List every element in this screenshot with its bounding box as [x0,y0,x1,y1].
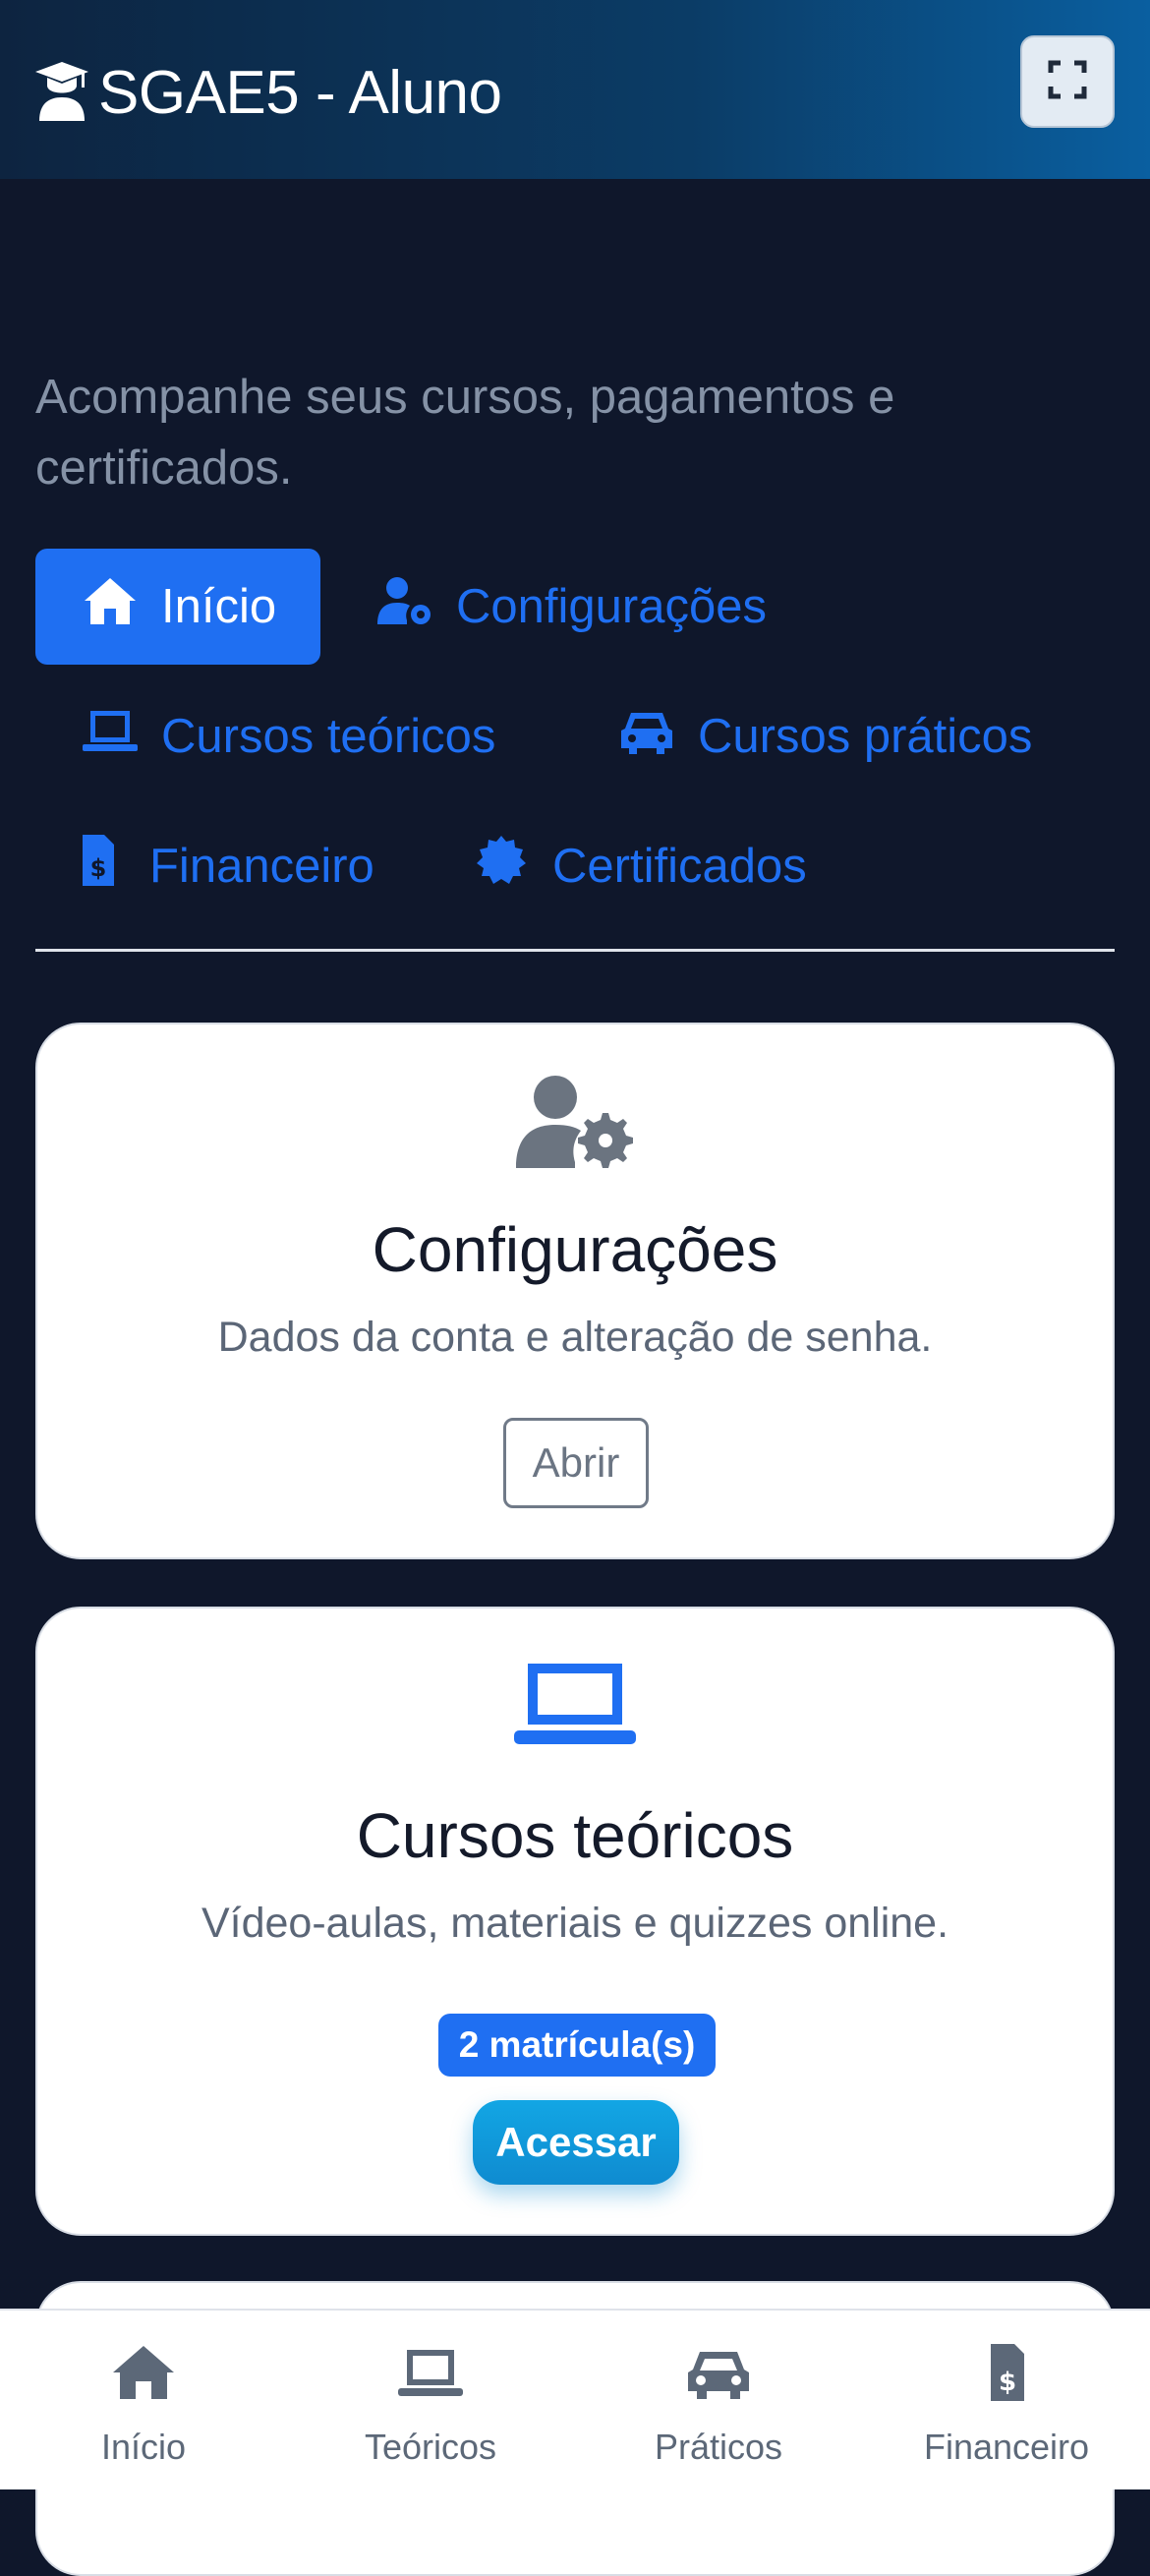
bottom-nav-label: Teóricos [364,2427,497,2467]
bottom-nav-label: Financeiro [923,2427,1090,2467]
open-button[interactable]: Abrir [503,1418,649,1508]
app-title: SGAE5 - Aluno [98,58,502,127]
tab-label: Cursos práticos [698,710,1033,763]
bottom-nav: Início Teóricos Práticos $ Financeiro [0,2309,1150,2489]
home-icon [83,575,161,638]
card-configuracoes: Configurações Dados da conta e alteração… [35,1023,1115,1559]
brand[interactable]: SGAE5 - Aluno [33,53,502,132]
bottom-nav-financeiro[interactable]: $ Financeiro [863,2311,1150,2491]
tab-cursos-praticos[interactable]: Cursos práticos [619,678,1032,794]
page-subtitle: Acompanhe seus cursos, pagamentos e cert… [35,371,895,495]
bottom-nav-label: Início [100,2427,187,2467]
svg-text:$: $ [90,854,107,882]
laptop-icon [83,705,161,768]
top-bar: SGAE5 - Aluno [0,0,1150,179]
bottom-nav-label: Práticos [654,2427,783,2467]
certificate-icon [474,835,552,898]
card-title: Cursos teóricos [356,1800,794,1871]
bottom-nav-inicio[interactable]: Início [0,2311,287,2491]
tab-cursos-teoricos[interactable]: Cursos teóricos [83,678,495,794]
tab-certificados[interactable]: Certificados [474,808,807,924]
invoice-dollar-icon: $ [71,835,149,898]
tab-label: Certificados [552,840,807,893]
bottom-nav-praticos[interactable]: Práticos [575,2311,862,2491]
card-description: Vídeo-aulas, materiais e quizzes online. [201,1900,949,1947]
tab-configuracoes[interactable]: Configurações [377,549,767,665]
tab-label: Início [161,580,277,633]
access-button[interactable]: Acessar [473,2100,679,2185]
user-gear-icon [377,575,456,638]
card-title: Configurações [372,1214,778,1285]
expand-icon [1048,60,1087,104]
tab-label: Cursos teóricos [161,710,496,763]
card-description: Dados da conta e alteração de senha. [217,1314,933,1361]
tabs-divider [35,949,1115,952]
fullscreen-button[interactable] [1020,35,1115,128]
bottom-nav-teoricos[interactable]: Teóricos [287,2311,574,2491]
card-cursos-teoricos: Cursos teóricos Vídeo-aulas, materiais e… [35,1607,1115,2236]
user-gear-icon [37,1072,1113,1170]
tab-financeiro[interactable]: $ Financeiro [71,808,374,924]
tab-label: Financeiro [149,840,374,893]
svg-text:$: $ [999,2368,1016,2397]
tab-inicio[interactable]: Início [35,549,320,665]
car-icon [619,705,698,768]
tab-label: Configurações [456,580,767,633]
graduate-icon [33,60,98,126]
laptop-icon [37,1660,1113,1750]
enrollment-count-badge: 2 matrícula(s) [438,2014,716,2077]
